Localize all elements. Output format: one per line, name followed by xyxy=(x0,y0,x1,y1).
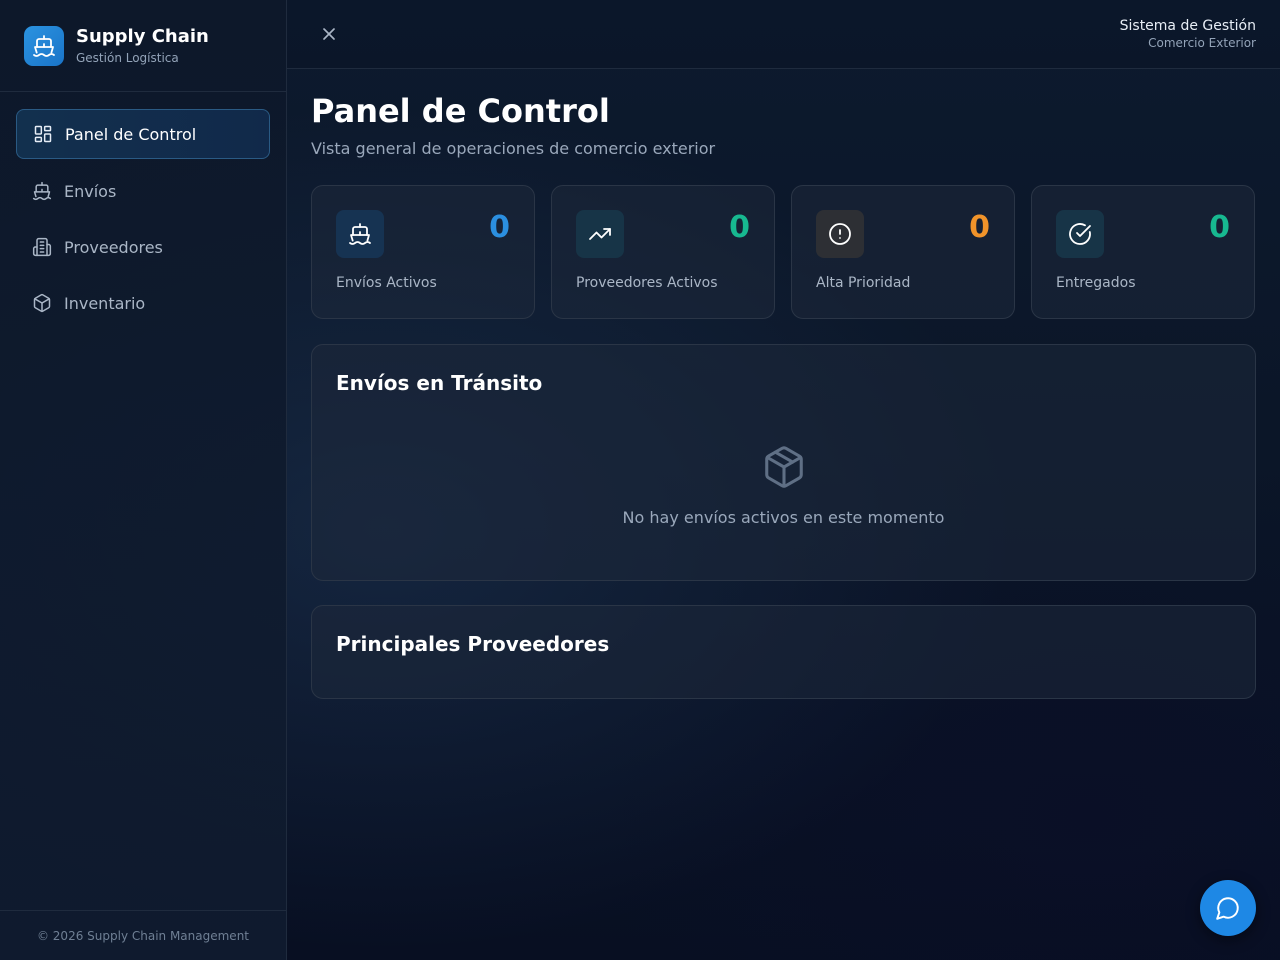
close-sidebar-button[interactable] xyxy=(319,24,339,44)
sidebar-item-label: Envíos xyxy=(64,181,117,201)
sidebar-item-panel-de-control[interactable]: Panel de Control xyxy=(16,109,270,159)
system-subtitle: Comercio Exterior xyxy=(1148,36,1256,50)
sidebar-item-label: Panel de Control xyxy=(65,124,197,144)
package-icon xyxy=(761,444,807,494)
stat-card-entregados[interactable]: 0 Entregados xyxy=(1031,185,1255,319)
empty-state: No hay envíos activos en este momento xyxy=(336,444,1231,527)
close-icon xyxy=(323,28,335,40)
dashboard-content: Panel de Control Vista general de operac… xyxy=(287,69,1280,699)
stat-value: 0 xyxy=(489,210,510,245)
sidebar-item-inventario[interactable]: Inventario xyxy=(16,279,270,327)
sidebar-nav: Panel de Control Envíos Proveedores Inve… xyxy=(0,92,286,327)
topbar: Sistema de Gestión Comercio Exterior xyxy=(287,0,1280,69)
providers-panel: Principales Proveedores xyxy=(311,605,1256,699)
transit-panel-title: Envíos en Tránsito xyxy=(336,371,543,395)
stat-label: Entregados xyxy=(1056,275,1136,291)
trending-up-icon xyxy=(576,210,624,258)
stats-row: 0 Envíos Activos 0 Proveedores Activos 0… xyxy=(311,185,1256,319)
app-root: Supply Chain Gestión Logística Panel de … xyxy=(0,0,1280,960)
dashboard-icon xyxy=(33,124,53,144)
package-icon xyxy=(32,293,52,313)
page-subtitle: Vista general de operaciones de comercio… xyxy=(311,139,716,158)
system-info: Sistema de Gestión Comercio Exterior xyxy=(1120,18,1256,50)
ship-icon xyxy=(32,181,52,201)
chat-bubble-icon xyxy=(1216,897,1239,920)
main-area: Sistema de Gestión Comercio Exterior Pan… xyxy=(287,0,1280,960)
stat-card-envios-activos[interactable]: 0 Envíos Activos xyxy=(311,185,535,319)
transit-panel: Envíos en Tránsito No hay envíos activos… xyxy=(311,344,1256,581)
ship-icon xyxy=(24,25,64,66)
ship-icon xyxy=(336,210,384,258)
stat-label: Alta Prioridad xyxy=(816,275,911,291)
brand-title: Supply Chain xyxy=(76,26,209,47)
sidebar-item-envios[interactable]: Envíos xyxy=(16,167,270,215)
sidebar: Supply Chain Gestión Logística Panel de … xyxy=(0,0,287,960)
brand: Supply Chain Gestión Logística xyxy=(0,0,286,92)
empty-state-text: No hay envíos activos en este momento xyxy=(622,508,945,527)
providers-panel-title: Principales Proveedores xyxy=(336,632,610,656)
sidebar-item-proveedores[interactable]: Proveedores xyxy=(16,223,270,271)
stat-card-proveedores-activos[interactable]: 0 Proveedores Activos xyxy=(551,185,775,319)
system-title: Sistema de Gestión xyxy=(1119,18,1256,34)
brand-subtitle: Gestión Logística xyxy=(76,51,179,65)
sidebar-item-label: Proveedores xyxy=(64,237,163,257)
stat-label: Proveedores Activos xyxy=(576,275,718,291)
sidebar-item-label: Inventario xyxy=(64,293,146,313)
stat-value: 0 xyxy=(729,210,750,245)
sidebar-footer: © 2026 Supply Chain Management xyxy=(0,910,286,960)
building-icon xyxy=(32,237,52,257)
stat-value: 0 xyxy=(1209,210,1230,245)
check-circle-icon xyxy=(1056,210,1104,258)
chat-button[interactable] xyxy=(1200,880,1256,936)
stat-card-alta-prioridad[interactable]: 0 Alta Prioridad xyxy=(791,185,1015,319)
page-title: Panel de Control xyxy=(311,92,610,130)
stat-value: 0 xyxy=(969,210,990,245)
alert-circle-icon xyxy=(816,210,864,258)
stat-label: Envíos Activos xyxy=(336,275,437,291)
